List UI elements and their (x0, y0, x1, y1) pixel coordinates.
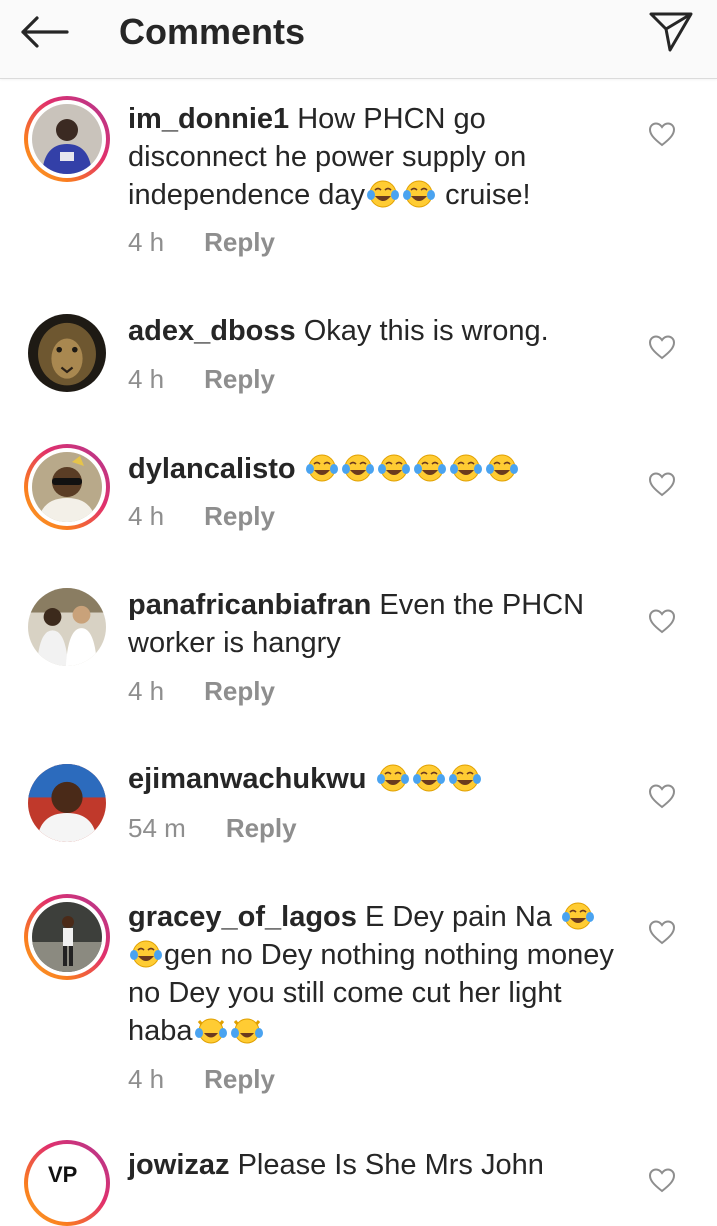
heart-icon[interactable] (647, 918, 677, 946)
back-button[interactable] (14, 8, 74, 56)
story-ring: VP (24, 1140, 110, 1226)
heart-icon[interactable] (647, 470, 677, 498)
comment-username[interactable]: gracey_of_lagos (128, 901, 357, 933)
comment-text: E Dey pain Na (356, 901, 560, 933)
reply-button[interactable]: Reply (226, 812, 297, 844)
comment-text (296, 453, 304, 485)
heart-icon[interactable] (647, 782, 677, 810)
story-ring (24, 96, 110, 182)
comment-time: 4 h (128, 1064, 165, 1094)
comment-text: Please Is She Mrs John (229, 1149, 544, 1181)
header-bar: Comments (0, 0, 717, 79)
tears-of-joy-emoji (413, 453, 447, 483)
reply-button[interactable]: Reply (204, 675, 275, 707)
avatar[interactable] (32, 104, 102, 174)
reply-button[interactable]: Reply (204, 1063, 275, 1095)
avatar[interactable]: VP (32, 1148, 102, 1218)
comment-time: 4 h (128, 364, 165, 394)
paper-plane-icon (649, 12, 693, 52)
tears-of-joy-emoji (412, 763, 446, 793)
share-button[interactable] (645, 6, 697, 56)
comment-username[interactable]: adex_dboss (128, 315, 296, 347)
comment-username[interactable]: jowizaz (128, 1149, 230, 1181)
avatar[interactable] (28, 314, 106, 392)
avatar[interactable] (32, 902, 102, 972)
cat-tears-of-joy-emoji (194, 1015, 228, 1045)
heart-icon[interactable] (647, 333, 677, 361)
tears-of-joy-emoji (485, 453, 519, 483)
comment-time: 4 h (128, 227, 165, 257)
tears-of-joy-emoji (448, 763, 482, 793)
tears-of-joy-emoji (449, 453, 483, 483)
avatar[interactable] (32, 452, 102, 522)
tears-of-joy-emoji (129, 939, 163, 969)
tears-of-joy-emoji (341, 453, 375, 483)
reply-button[interactable]: Reply (204, 363, 275, 395)
comment-time: 4 h (128, 676, 165, 706)
comment-time: 54 m (128, 813, 186, 843)
comment-text (367, 763, 375, 795)
comment-username[interactable]: dylancalisto (128, 453, 296, 485)
arrow-left-icon (21, 16, 69, 48)
comment-username[interactable]: ejimanwachukwu (128, 763, 367, 795)
reply-button[interactable]: Reply (204, 500, 275, 532)
story-ring (24, 894, 110, 980)
tears-of-joy-emoji (561, 901, 595, 931)
heart-icon[interactable] (647, 607, 677, 635)
tears-of-joy-emoji (402, 179, 436, 209)
reply-button[interactable]: Reply (204, 226, 275, 258)
avatar[interactable] (28, 588, 106, 666)
heart-icon[interactable] (647, 1166, 677, 1194)
cat-tears-of-joy-emoji (230, 1015, 264, 1045)
comment-username[interactable]: panafricanbiafran (128, 589, 371, 621)
comment-username[interactable]: im_donnie1 (128, 103, 289, 135)
svg-text:VP: VP (48, 1162, 77, 1187)
avatar[interactable] (28, 764, 106, 842)
page-title: Comments (119, 11, 306, 52)
comment-text-tail: cruise! (437, 179, 531, 211)
tears-of-joy-emoji (377, 453, 411, 483)
comment-text: Okay this is wrong. (295, 315, 549, 347)
story-ring (24, 444, 110, 530)
tears-of-joy-emoji (376, 763, 410, 793)
heart-icon[interactable] (647, 120, 677, 148)
comment-time: 4 h (128, 501, 165, 531)
tears-of-joy-emoji (366, 179, 400, 209)
tears-of-joy-emoji (305, 453, 339, 483)
